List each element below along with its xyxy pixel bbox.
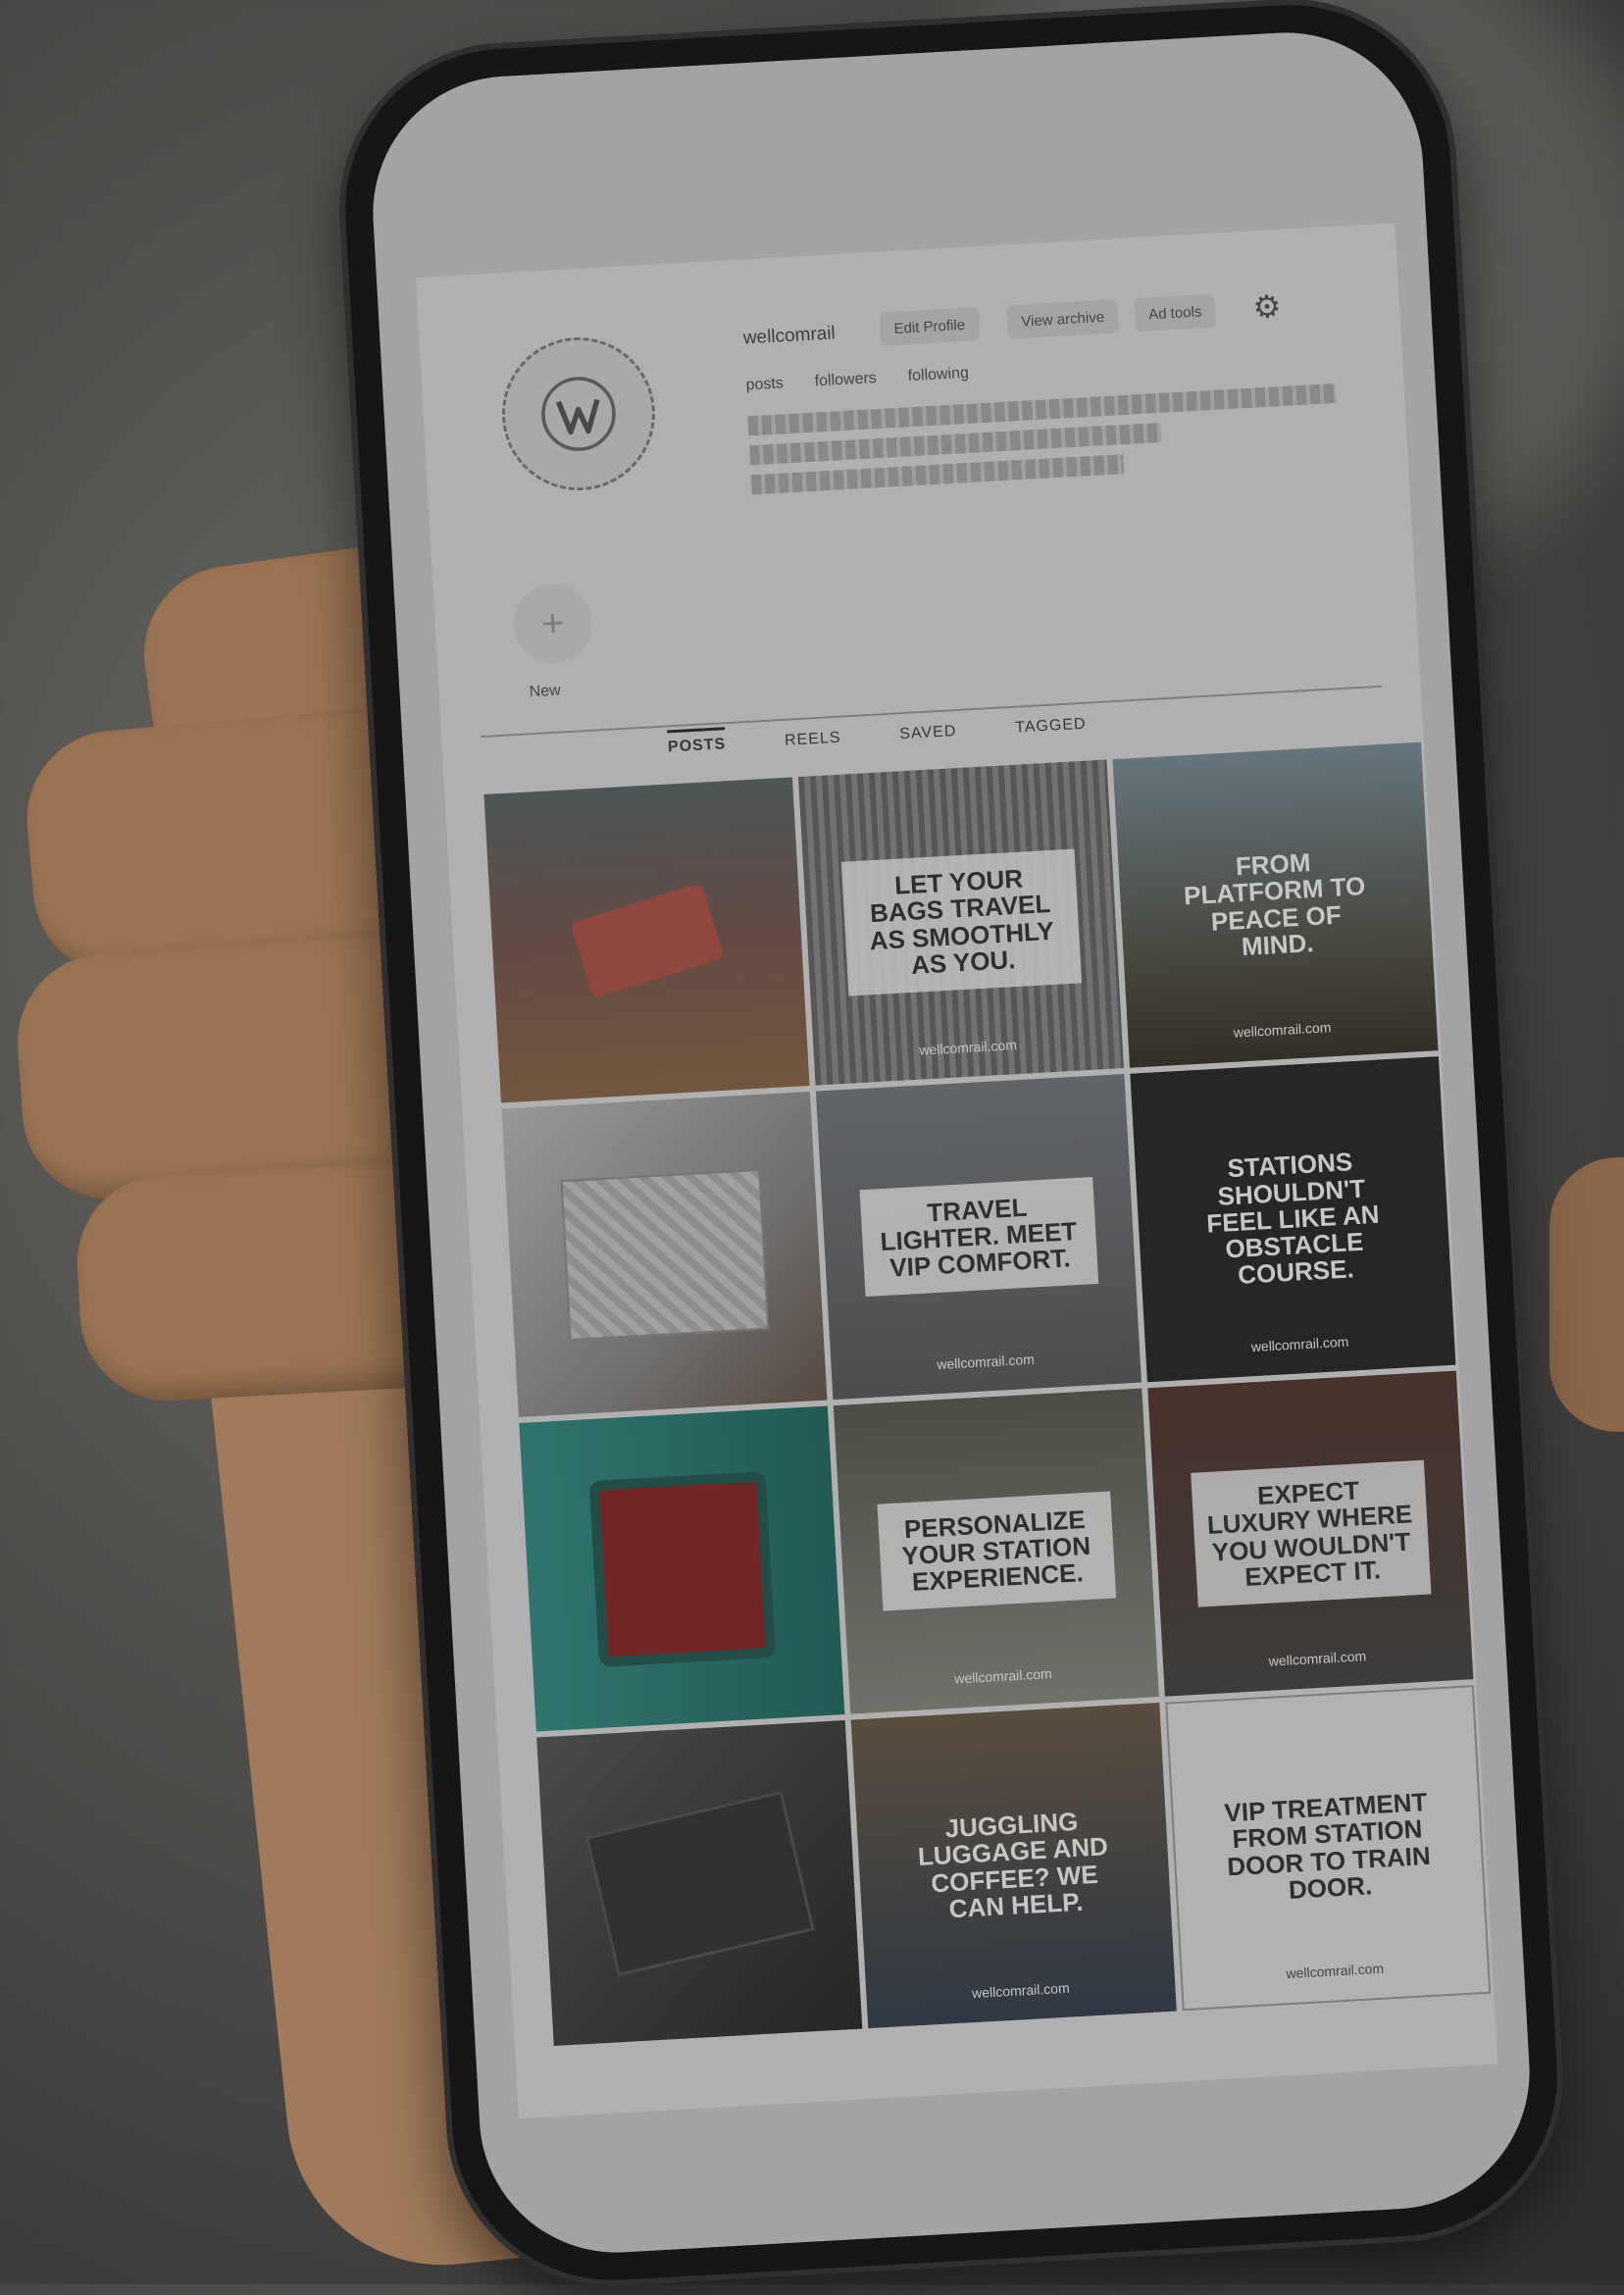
post-tile[interactable]: JUGGLING LUGGAGE AND COFFEE? WE CAN HELP… — [850, 1703, 1177, 2029]
phone-screen: wellcomrail Edit Profile View archive Ad… — [365, 25, 1538, 2261]
post-tile[interactable]: LET YOUR BAGS TRAVEL AS SMOOTHLY AS YOU.… — [797, 759, 1125, 1086]
post-caption: VIP TREATMENT FROM STATION DOOR TO TRAIN… — [1223, 1786, 1432, 1905]
post-caption: FROM PLATFORM TO PEACE OF MIND. — [1183, 847, 1367, 961]
post-url: wellcomrail.com — [1250, 1333, 1349, 1355]
tab-saved[interactable]: SAVED — [899, 717, 957, 743]
new-highlight-label: New — [529, 682, 562, 701]
edit-profile-button[interactable]: Edit Profile — [879, 307, 980, 346]
instagram-profile: wellcomrail Edit Profile View archive Ad… — [415, 223, 1498, 2119]
phone: wellcomrail Edit Profile View archive Ad… — [330, 0, 1573, 2295]
username: wellcomrail — [742, 323, 837, 349]
new-highlight-button[interactable]: + — [511, 582, 594, 666]
post-tile[interactable]: EXPECT LUXURY WHERE YOU WOULDN'T EXPECT … — [1147, 1370, 1474, 1697]
post-tile[interactable]: FROM PLATFORM TO PEACE OF MIND. wellcomr… — [1112, 741, 1439, 1068]
post-tile[interactable] — [519, 1405, 845, 1732]
post-tile[interactable]: STATIONS SHOULDN'T FEEL LIKE AN OBSTACLE… — [1130, 1056, 1456, 1383]
posts-count[interactable]: posts — [745, 375, 784, 394]
post-caption: EXPECT LUXURY WHERE YOU WOULDN'T EXPECT … — [1190, 1459, 1431, 1607]
view-archive-button[interactable]: View archive — [1006, 299, 1119, 339]
suitcase-image — [569, 882, 725, 998]
w-logo-icon — [541, 377, 616, 451]
post-tile[interactable] — [536, 1719, 863, 2047]
tab-tagged[interactable]: TAGGED — [1014, 710, 1087, 738]
post-url: wellcomrail.com — [971, 1979, 1071, 2002]
post-url: wellcomrail.com — [918, 1037, 1018, 1058]
tab-reels[interactable]: REELS — [784, 724, 841, 750]
post-caption: STATIONS SHOULDN'T FEEL LIKE AN OBSTACLE… — [1205, 1147, 1381, 1291]
post-tile[interactable]: PERSONALIZE YOUR STATION EXPERIENCE. wel… — [833, 1388, 1159, 1714]
avatar[interactable] — [497, 332, 660, 495]
following-count[interactable]: following — [907, 365, 969, 385]
right-thumb — [1549, 1157, 1624, 1432]
settings-gear-icon[interactable]: ⚙ — [1246, 286, 1288, 328]
post-caption: JUGGLING LUGGAGE AND COFFEE? WE CAN HELP… — [917, 1806, 1109, 1924]
map-image — [559, 1168, 769, 1341]
post-tile[interactable]: TRAVEL LIGHTER. MEET VIP COMFORT. wellco… — [815, 1074, 1142, 1401]
post-url: wellcomrail.com — [936, 1351, 1036, 1373]
train-door-image — [588, 1470, 776, 1667]
profile-tabs: POSTS REELS SAVED TAGGED — [667, 710, 1087, 757]
post-tile[interactable] — [501, 1091, 828, 1418]
profile-stats: posts followers following — [745, 365, 969, 395]
post-grid: LET YOUR BAGS TRAVEL AS SMOOTHLY AS YOU.… — [483, 741, 1492, 2047]
post-url: wellcomrail.com — [1286, 1960, 1385, 1982]
post-caption: TRAVEL LIGHTER. MEET VIP COMFORT. — [859, 1176, 1098, 1298]
bio-line — [747, 382, 1337, 436]
post-caption: PERSONALIZE YOUR STATION EXPERIENCE. — [876, 1491, 1116, 1612]
post-url: wellcomrail.com — [953, 1665, 1053, 1687]
post-caption: LET YOUR BAGS TRAVEL AS SMOOTHLY AS YOU. — [840, 848, 1082, 996]
post-tile[interactable] — [483, 777, 810, 1103]
post-tile[interactable]: VIP TREATMENT FROM STATION DOOR TO TRAIN… — [1165, 1685, 1492, 2012]
tab-posts[interactable]: POSTS — [667, 727, 727, 757]
laptop-image — [584, 1790, 815, 1976]
post-url: wellcomrail.com — [1233, 1019, 1332, 1041]
post-url: wellcomrail.com — [1268, 1648, 1367, 1669]
followers-count[interactable]: followers — [814, 370, 877, 390]
ad-tools-button[interactable]: Ad tools — [1134, 293, 1217, 332]
